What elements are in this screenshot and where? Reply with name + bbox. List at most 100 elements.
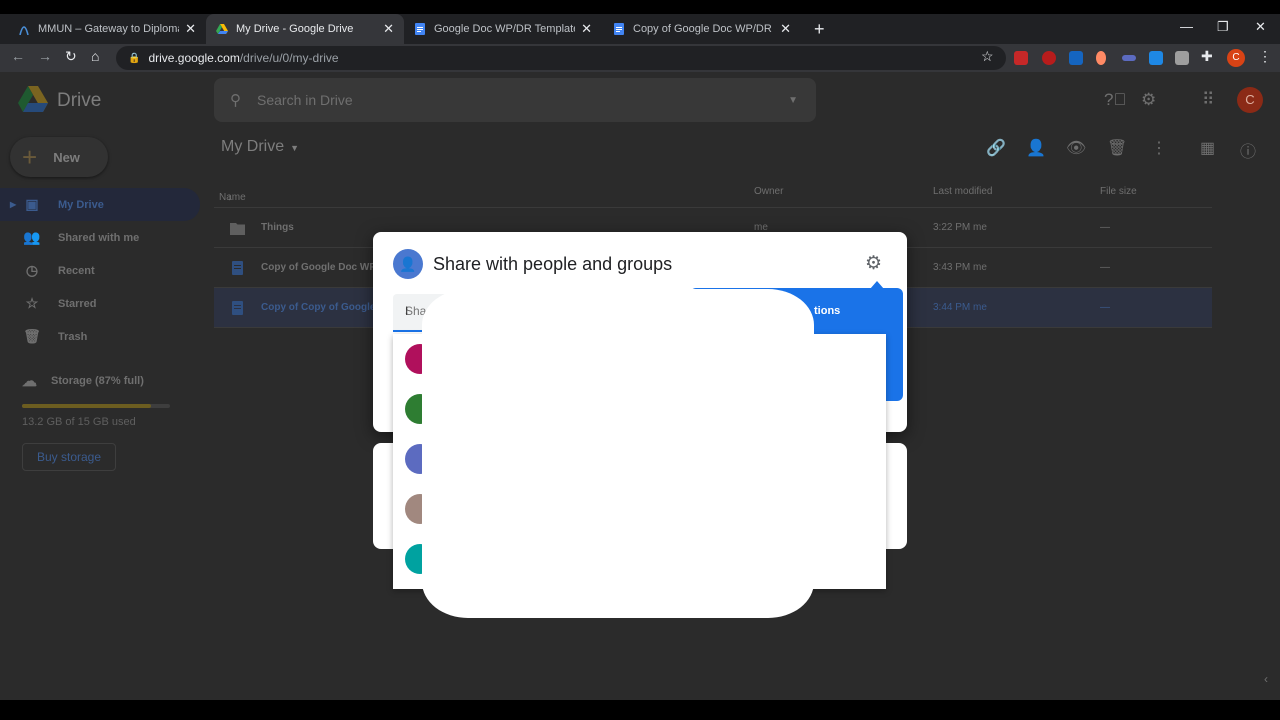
delete-icon[interactable]: 🗑	[1107, 138, 1127, 158]
tab-my-drive[interactable]: My Drive - Google Drive ✕	[206, 14, 404, 44]
drive-logo-icon	[18, 86, 48, 112]
drive-search-box[interactable]: ⚲ Search in Drive ▼	[214, 78, 816, 122]
tab-label: My Drive - Google Drive	[236, 23, 354, 35]
add-person-icon: 👤	[393, 249, 423, 279]
modified-by: me	[973, 222, 987, 233]
extension-icon[interactable]	[1149, 51, 1163, 65]
new-button[interactable]: + New	[10, 137, 108, 177]
modified-time: 3:44 PM	[933, 302, 971, 313]
sidebar-item-recent[interactable]: ◷ Recent	[0, 254, 200, 287]
extension-icon[interactable]	[1122, 55, 1136, 61]
file-name: Copy of Copy of Google	[261, 302, 376, 313]
modified-by: me	[973, 262, 987, 273]
doc-icon	[232, 261, 243, 275]
mmun-favicon-icon	[19, 26, 29, 35]
sidebar-item-my-drive[interactable]: ▶ ▣ My Drive	[0, 188, 200, 221]
file-name: Copy of Google Doc WP	[261, 262, 376, 273]
get-link-icon[interactable]: 🔗	[986, 138, 1006, 158]
people-icon: 👥	[23, 229, 41, 245]
storage-title[interactable]: ☁ Storage (87% full)	[22, 372, 182, 390]
storage-panel: ☁ Storage (87% full) 13.2 GB of 15 GB us…	[22, 372, 182, 428]
extensions-puzzle-icon[interactable]: ✚	[1201, 48, 1213, 65]
restore-icon[interactable]: ❐	[1217, 19, 1229, 35]
bookmark-star-icon[interactable]: ☆	[981, 48, 994, 65]
details-info-icon[interactable]: ⓘ	[1240, 138, 1256, 162]
search-icon: ⚲	[230, 92, 241, 109]
plus-icon: +	[22, 142, 38, 172]
buy-storage-button[interactable]: Buy storage	[22, 443, 116, 471]
profile-avatar[interactable]: C	[1227, 49, 1245, 67]
cloud-icon: ☁	[22, 373, 37, 390]
sidebar-item-trash[interactable]: 🗑 Trash	[0, 320, 200, 353]
file-list-header: Name ↓ Owner Last modified File size	[214, 180, 1212, 208]
file-size: —	[1100, 222, 1110, 233]
file-size: —	[1100, 302, 1110, 313]
screen: MMUN – Gateway to Diplomacy ✕ My Drive -…	[0, 0, 1280, 720]
tab-mmun[interactable]: MMUN – Gateway to Diplomacy ✕	[8, 14, 206, 44]
tab-label: Google Doc WP/DR Template - G	[434, 23, 576, 35]
tab-close-icon[interactable]: ✕	[185, 21, 196, 37]
apps-grid-icon[interactable]: ⠿	[1202, 90, 1214, 110]
text-cursor-icon: I	[405, 304, 409, 318]
browser-menu-icon[interactable]: ⋮	[1258, 48, 1272, 65]
my-drive-icon: ▣	[25, 196, 39, 212]
sidebar-item-label: My Drive	[58, 198, 104, 211]
extension-icon[interactable]	[1042, 51, 1056, 65]
lock-icon: 🔒	[128, 52, 141, 64]
share-settings-gear-icon[interactable]: ⚙	[865, 252, 882, 275]
extension-icon[interactable]	[1096, 51, 1106, 65]
docs-favicon-icon	[415, 23, 425, 35]
forward-icon[interactable]: →	[38, 48, 52, 64]
storage-bar	[22, 404, 170, 408]
search-options-icon[interactable]: ▼	[788, 95, 798, 106]
help-icon[interactable]: ?⃝	[1104, 90, 1126, 110]
tab-doc-copy[interactable]: Copy of Google Doc WP/DR Tem ✕	[603, 14, 801, 44]
tab-label: MMUN – Gateway to Diplomacy	[38, 23, 180, 35]
column-last-modified[interactable]: Last modified	[933, 186, 992, 197]
folder-icon	[230, 223, 245, 235]
modified-time: 3:22 PM	[933, 222, 971, 233]
more-actions-icon[interactable]: ⋮	[1151, 138, 1167, 158]
back-icon[interactable]: ←	[11, 48, 25, 64]
tab-close-icon[interactable]: ✕	[780, 21, 791, 37]
sidebar-item-shared[interactable]: 👥 Shared with me	[0, 221, 200, 254]
home-icon[interactable]: ⌂	[91, 48, 99, 64]
window-close-icon[interactable]: ✕	[1255, 19, 1266, 35]
doc-icon	[232, 301, 243, 315]
bottom-bar	[0, 700, 1280, 720]
sort-arrow-down-icon[interactable]: ↓	[227, 192, 232, 203]
search-placeholder: Search in Drive	[257, 92, 353, 108]
settings-gear-icon[interactable]: ⚙	[1141, 90, 1156, 110]
tab-doc-template[interactable]: Google Doc WP/DR Template - G ✕	[404, 14, 602, 44]
sidebar-item-label: Trash	[58, 330, 88, 343]
file-modified: 3:22 PM me	[933, 222, 987, 233]
reload-icon[interactable]: ↻	[65, 48, 77, 65]
tab-close-icon[interactable]: ✕	[581, 21, 592, 37]
drive-favicon-icon	[216, 24, 228, 34]
breadcrumb[interactable]: My Drive ▼	[221, 138, 299, 156]
extension-icon[interactable]	[1014, 51, 1028, 65]
address-bar[interactable]: 🔒 drive.google.com/drive/u/0/my-drive	[116, 46, 1006, 70]
star-icon: ☆	[25, 295, 39, 311]
extension-icon[interactable]	[1069, 51, 1083, 65]
new-button-label: New	[53, 149, 80, 165]
storage-label: Storage (87% full)	[51, 375, 144, 387]
new-tab-button[interactable]: +	[814, 19, 825, 40]
account-avatar[interactable]: C	[1237, 87, 1263, 113]
tab-label: Copy of Google Doc WP/DR Tem	[633, 23, 774, 35]
tab-close-icon[interactable]: ✕	[383, 21, 394, 37]
tab-strip: MMUN – Gateway to Diplomacy ✕ My Drive -…	[0, 14, 1280, 44]
grid-view-icon[interactable]: ▦	[1200, 138, 1215, 158]
storage-used: 13.2 GB of 15 GB used	[22, 416, 136, 428]
column-file-size: File size	[1100, 186, 1137, 197]
expand-arrow-icon[interactable]: ▶	[10, 200, 16, 209]
preview-eye-icon[interactable]: 👁	[1066, 138, 1086, 158]
share-add-person-icon[interactable]: 👤	[1026, 138, 1046, 158]
column-owner: Owner	[754, 186, 784, 197]
side-panel-toggle-icon[interactable]: ‹	[1264, 672, 1268, 686]
extension-icon[interactable]	[1175, 51, 1189, 65]
sidebar-nav: ▶ ▣ My Drive 👥 Shared with me ◷ Recent ☆…	[0, 188, 200, 353]
sidebar-item-starred[interactable]: ☆ Starred	[0, 287, 200, 320]
breadcrumb-label: My Drive	[221, 138, 285, 155]
minimize-icon[interactable]: —	[1180, 19, 1193, 34]
